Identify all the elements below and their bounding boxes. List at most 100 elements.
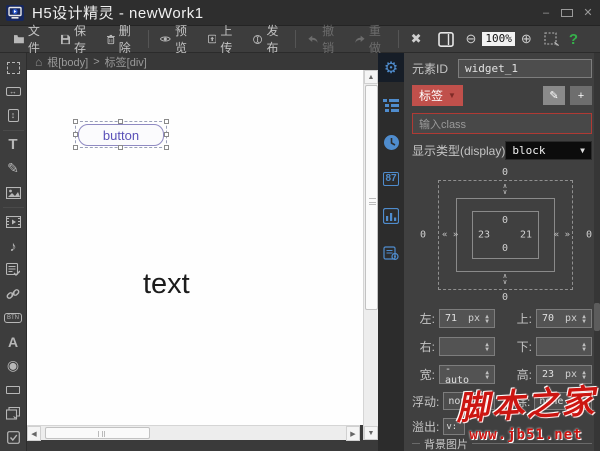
window-stack-icon[interactable] [2,402,25,425]
device-frame-button[interactable] [432,30,460,49]
display-select[interactable]: block ▼ [505,141,592,160]
edit-icon: ✎ [549,90,559,102]
tab-animation-clock-icon[interactable] [378,127,404,157]
eye-icon [160,36,171,42]
margin-bottom-value[interactable]: 0 [502,292,508,303]
vertical-widget-icon[interactable]: ↕ [2,104,25,127]
width-label: 宽: [419,368,435,382]
resize-handle-e[interactable] [164,131,169,137]
panel-scrollbar[interactable] [594,53,600,451]
zoom-level-value[interactable]: 100% [482,32,515,46]
toolbar-separator [295,30,297,48]
canvas-area: ⌂ 根[body] > 标签[div] button text ▲ ▼ ◀ ▶ [27,53,378,451]
collapse-left-icon[interactable]: « » [442,231,458,240]
margin-top-value[interactable]: 0 [502,167,508,178]
app-window: H5设计精灵 - newWork1 – ✕ 文件 保存 删除 预览 上传 发布 … [0,0,600,451]
close-button[interactable]: ✕ [582,6,594,19]
scroll-right-icon[interactable]: ▶ [346,425,360,441]
device-icon [437,31,454,47]
text-tool-icon[interactable]: T [2,133,25,156]
clear-select[interactable]: none ▼ [534,392,592,410]
panel-scroll-thumb[interactable] [594,303,600,331]
folder-icon [14,35,24,44]
horizontal-scrollbar[interactable]: ◀ ▶ [27,425,360,441]
tag-dropdown-button[interactable]: 标签 ▼ [412,85,463,106]
resize-handle-n[interactable] [118,119,123,124]
add-class-button[interactable]: + [570,86,592,105]
zoom-in-button[interactable]: ⊕ [519,29,534,49]
horizontal-scroll-thumb[interactable] [45,427,150,439]
scroll-left-icon[interactable]: ◀ [27,425,41,441]
chevron-down-icon: ▼ [582,397,587,405]
restore-button[interactable] [561,8,573,17]
audio-icon[interactable]: ♪ [2,234,25,257]
breadcrumb-current[interactable]: 标签[div] [105,54,147,70]
overflow-select[interactable]: v: [443,418,466,435]
undo-icon [308,35,318,43]
canvas-text-widget[interactable]: text [143,268,190,301]
width-input[interactable]: - auto ▲ ▼ [439,364,495,386]
chevron-down-icon: ▼ [448,91,456,100]
checkbox-icon[interactable] [2,426,25,449]
breadcrumb-separator: > [93,55,100,68]
vertical-scrollbar[interactable]: ▲ ▼ [363,70,378,440]
left-input[interactable]: 71 px ▲ ▼ [439,309,495,328]
bottom-input[interactable]: ▲ ▼ [536,337,592,356]
margin-right-value[interactable]: 0 [586,230,592,241]
app-logo-icon [6,4,24,21]
tab-chart-icon[interactable] [378,201,404,231]
resize-handle-sw[interactable] [73,145,78,150]
float-select[interactable]: none [443,392,496,410]
resize-handle-ne[interactable] [164,119,169,124]
tab-z-order-icon[interactable]: 87 [378,164,404,194]
button-tool-icon[interactable]: BTN [2,306,25,329]
video-icon[interactable] [2,210,25,233]
div-container-icon[interactable] [2,56,25,79]
selection-box[interactable]: button [73,119,169,150]
canvas-button-widget[interactable]: button [78,124,164,146]
resize-canvas-button[interactable] [538,30,565,48]
breadcrumb-root[interactable]: 根[body] [47,54,88,70]
link-icon[interactable] [2,282,25,305]
clear-selection-button[interactable]: ✖ [405,29,428,49]
class-input[interactable]: 输入class [412,113,592,134]
home-icon[interactable]: ⌂ [35,55,42,69]
collapse-bottom-icon[interactable]: ∧ ∨ [503,273,507,286]
zoom-in-icon: ⊕ [520,31,532,46]
resize-handle-w[interactable] [73,131,78,137]
inner-left-value[interactable]: 23 [478,230,490,241]
height-input[interactable]: 23 px ▲ ▼ [536,365,592,384]
input-field-icon[interactable] [2,378,25,401]
vertical-scroll-thumb[interactable] [365,85,378,310]
help-button[interactable]: ? [569,31,578,48]
form-list-icon[interactable] [2,258,25,281]
inner-bottom-value[interactable]: 0 [502,243,508,254]
margin-left-value[interactable]: 0 [420,230,426,241]
edit-style-button[interactable]: ✎ [543,86,565,105]
font-icon[interactable]: A [2,330,25,353]
design-canvas[interactable]: button text [27,70,375,425]
collapse-top-icon[interactable]: ∧ ∨ [503,183,507,196]
right-input[interactable]: ▲ ▼ [439,337,495,356]
resize-handle-se[interactable] [164,145,169,150]
tab-tree-icon[interactable] [378,90,404,120]
scroll-down-icon[interactable]: ▼ [364,426,378,440]
resize-handle-s[interactable] [118,145,123,150]
tab-properties-gear-icon[interactable]: ⚙ [378,53,404,82]
height-label: 高: [516,368,532,382]
zoom-out-button[interactable]: ⊖ [464,29,479,49]
inner-right-value[interactable]: 21 [520,230,532,241]
form-edit-icon[interactable]: ✎ [2,157,25,180]
scroll-up-icon[interactable]: ▲ [364,70,378,84]
collapse-right-icon[interactable]: « » [554,231,570,240]
image-icon[interactable] [2,181,25,204]
radio-icon[interactable]: ◉ [2,354,25,377]
inner-top-value[interactable]: 0 [502,215,508,226]
top-input[interactable]: 70 px ▲ ▼ [536,309,592,328]
overflow-label: 溢出: [412,420,440,434]
minimize-button[interactable]: – [540,7,552,19]
tab-events-icon[interactable] [378,238,404,268]
resize-handle-nw[interactable] [73,119,78,124]
element-id-input[interactable]: widget_1 [458,59,592,78]
horizontal-widget-icon[interactable]: ↔ [2,80,25,103]
